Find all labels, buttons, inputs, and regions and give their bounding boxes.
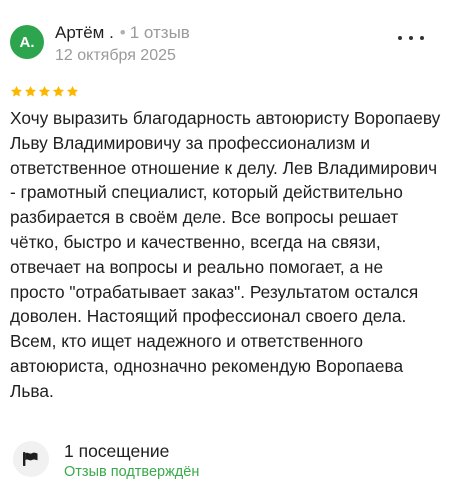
more-dot [409, 36, 413, 40]
more-dots-icon [398, 36, 402, 40]
author-reviews-count[interactable]: 1 отзыв [130, 23, 190, 42]
avatar[interactable]: А. [10, 25, 44, 59]
review-text: Хочу выразить благодарность автоюристу В… [10, 108, 441, 401]
star-icon [38, 85, 51, 97]
avatar-initials: А. [19, 33, 35, 51]
star-icon [24, 85, 37, 97]
visit-badge [13, 441, 49, 477]
star-icon [66, 85, 79, 97]
more-dot [420, 36, 424, 40]
flag-icon [23, 452, 38, 466]
visits-count: 1 посещение [64, 441, 170, 461]
more-options-button[interactable] [398, 30, 424, 46]
star-rating [10, 85, 79, 98]
review-date: 12 октября 2025 [55, 47, 176, 64]
author-name[interactable]: Артём . [55, 23, 114, 42]
review-header: Артём . • 1 отзыв [55, 22, 190, 44]
star-icon [52, 85, 65, 97]
star-icon [10, 85, 23, 97]
verified-status: Отзыв подтверждён [64, 464, 200, 480]
header-separator: • [119, 23, 126, 42]
